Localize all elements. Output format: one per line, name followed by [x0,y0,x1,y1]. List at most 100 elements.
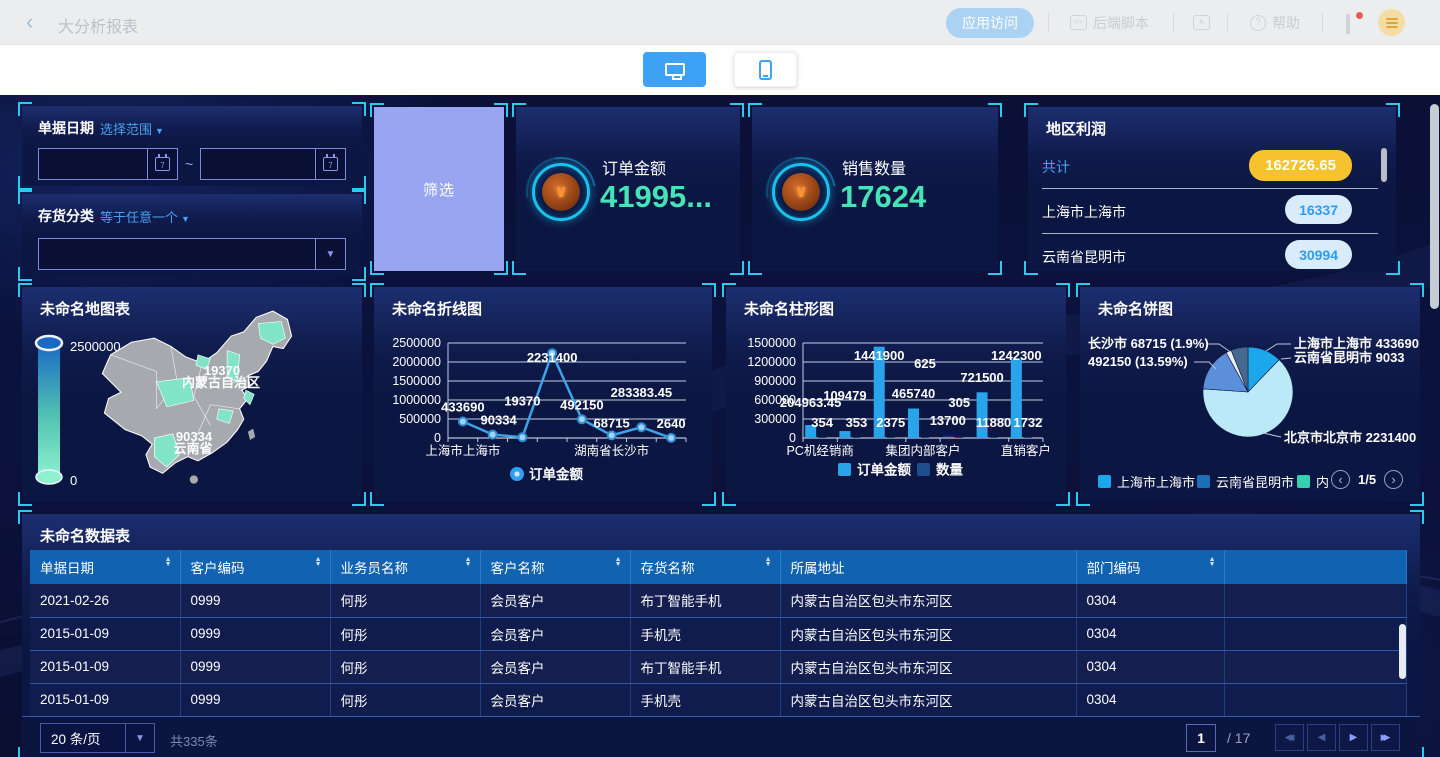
legend-item[interactable]: 云南省昆明市 [1197,472,1294,491]
divider [1173,13,1174,33]
sort-icon[interactable]: ▲▼ [315,557,322,567]
svg-text:数量: 数量 [936,462,964,478]
pager-next-icon[interactable]: › [1384,470,1403,489]
value-badge: 30994 [1285,240,1352,269]
list-item[interactable]: 云南省昆明市 30994 [1042,237,1378,277]
notification-button[interactable] [1346,0,1360,45]
sort-icon[interactable]: ▲▼ [1209,557,1216,567]
legend-item[interactable]: 上海市上海市 [1098,472,1195,491]
sort-icon[interactable]: ▲▼ [465,557,472,567]
svg-text:900000: 900000 [754,374,796,388]
table-row[interactable]: 2015-01-090999何彤会员客户手机壳内蒙古自治区包头市东河区0304 [30,683,1406,716]
table-scrollbar-thumb[interactable] [1399,624,1406,679]
table-cell: 何彤 [330,650,480,683]
scrollbar-thumb[interactable] [1381,148,1387,182]
calendar-icon: 7 [323,157,338,171]
date-end-input[interactable] [201,149,315,179]
sort-icon[interactable]: ▲▼ [165,557,172,567]
svg-text:1500000: 1500000 [747,336,796,350]
svg-text:90334: 90334 [481,413,518,428]
help-button[interactable]: ? 帮助 [1250,0,1300,45]
pie-chart-widget: 未命名饼图 长沙市 68715 (1.9%)492150 (13.59%)上海市… [1080,287,1420,502]
code-icon: </> [1070,15,1087,30]
category-input[interactable] [39,239,315,269]
column-header[interactable]: 部门编码▲▼ [1076,550,1224,584]
table-row[interactable]: 2015-01-090999何彤会员客户布丁智能手机内蒙古自治区包头市东河区03… [30,650,1406,683]
list-item[interactable]: 共计 162726.65 [1042,147,1378,187]
table-cell: 布丁智能手机 [630,584,780,617]
pager-text: 1/5 [1358,472,1376,487]
table-cell: 内蒙古自治区包头市东河区 [780,683,1076,716]
avatar[interactable] [1378,9,1405,36]
backend-script-button[interactable]: </> 后端脚本 [1070,0,1149,45]
column-header: 所属地址 [780,550,1076,584]
list-item[interactable]: 上海市上海市 16337 [1042,192,1378,232]
filter-submit-button[interactable]: 筛选 [374,107,504,271]
legend-swatch [1297,475,1310,488]
calendar-icon: 7 [155,157,170,171]
table-cell: 0999 [180,617,330,650]
region-profit-widget: 地区利润 共计 162726.65 上海市上海市 16337 云南省昆明市 30… [1028,107,1396,271]
back-icon[interactable]: ‹ [26,9,33,35]
svg-text:1732: 1732 [1013,415,1042,430]
kpi-badge-icon: ∨ [772,163,830,221]
topbar: ‹ 大分析报表 应用访问 </> 后端脚本 A ? 帮助 [0,0,1440,45]
svg-text:353: 353 [846,415,868,430]
legend-swatch [1197,475,1210,488]
sort-icon[interactable]: ▲▼ [765,557,772,567]
calendar-button[interactable]: 7 [147,149,177,179]
legend-pager: ‹ 1/5 › [1331,470,1403,489]
column-header[interactable]: 存货名称▲▼ [630,550,780,584]
column-header[interactable]: 单据日期▲▼ [30,550,180,584]
table-cell: 0999 [180,584,330,617]
column-header[interactable]: 业务员名称▲▼ [330,550,480,584]
svg-text:0: 0 [434,431,441,445]
category-operator-dropdown[interactable]: 等于任意一个▼ [100,207,190,226]
dashboard-canvas: 单据日期 选择范围▼ 7 ~ 7 存货分类 等于任意一个▼ ▼ 筛选 ∨ 订单金… [0,95,1440,757]
date-operator-dropdown[interactable]: 选择范围▼ [100,119,164,138]
table-cell [1224,584,1406,617]
kpi-card-sales-count: ∨ 销售数量 17624 [752,107,998,271]
desktop-preview-button[interactable] [643,52,706,87]
calendar-button[interactable]: 7 [315,149,345,179]
column-header[interactable]: 客户编码▲▼ [180,550,330,584]
date-range-separator: ~ [185,156,193,172]
prev-page-button[interactable]: ◀ [1307,724,1336,751]
table-cell: 手机壳 [630,683,780,716]
phone-icon [759,60,772,80]
page-number-input[interactable]: 1 [1186,724,1216,752]
first-page-button[interactable]: ◀◀ [1275,724,1304,751]
divider [1227,13,1228,33]
svg-text:1441900: 1441900 [854,348,905,363]
table-cell: 0304 [1076,584,1224,617]
mobile-preview-button[interactable] [734,52,797,87]
table-cell: 内蒙古自治区包头市东河区 [780,584,1076,617]
question-icon: ? [1250,15,1266,31]
select-dropdown-button[interactable]: ▼ [315,239,345,269]
table-cell: 何彤 [330,683,480,716]
svg-text:1000000: 1000000 [392,393,441,407]
legend-item[interactable]: 内 [1297,472,1329,491]
table-cell: 内蒙古自治区包头市东河区 [780,650,1076,683]
date-end-field: 7 [200,148,346,180]
table-footer: 20 条/页 ▼ 共335条 1 / 17 ◀◀ ◀ ▶ ▶▶ [22,716,1420,757]
page-scrollbar-thumb[interactable] [1430,104,1439,309]
column-header [1224,550,1406,584]
svg-text:300000: 300000 [754,412,796,426]
svg-text:湖南省长沙市: 湖南省长沙市 [574,443,649,458]
chevron-down-icon: ▼ [125,724,154,752]
table-row[interactable]: 2015-01-090999何彤会员客户手机壳内蒙古自治区包头市东河区0304 [30,617,1406,650]
last-page-button[interactable]: ▶▶ [1371,724,1400,751]
id-card-button[interactable]: A [1193,0,1210,45]
sort-icon[interactable]: ▲▼ [615,557,622,567]
column-header[interactable]: 客户名称▲▼ [480,550,630,584]
app-access-button[interactable]: 应用访问 [946,8,1034,38]
svg-text:433690: 433690 [441,400,484,415]
date-start-input[interactable] [39,149,147,179]
svg-text:北京市北京市 2231400: 北京市北京市 2231400 [1284,430,1416,445]
pager-prev-icon[interactable]: ‹ [1331,470,1350,489]
page-size-select[interactable]: 20 条/页 ▼ [40,723,155,753]
svg-text:305: 305 [948,395,970,410]
next-page-button[interactable]: ▶ [1339,724,1368,751]
table-row[interactable]: 2021-02-260999何彤会员客户布丁智能手机内蒙古自治区包头市东河区03… [30,584,1406,617]
